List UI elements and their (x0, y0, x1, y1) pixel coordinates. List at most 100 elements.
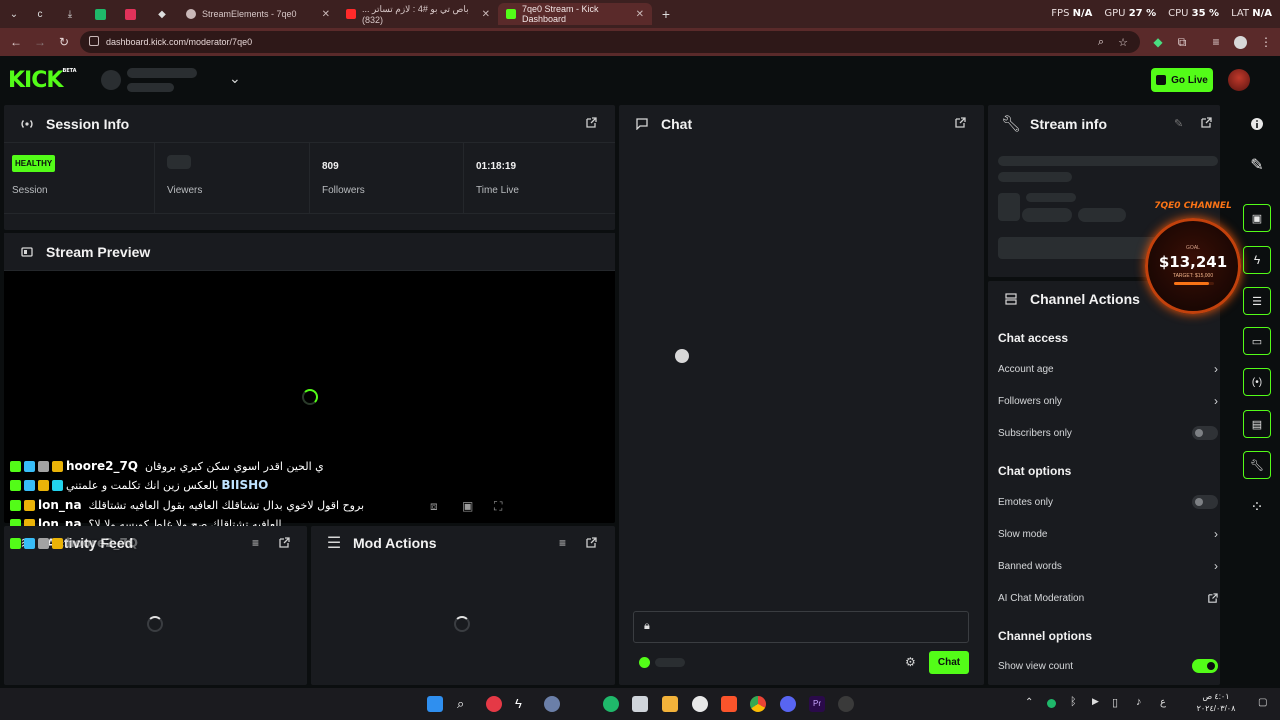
tab-kick-dashboard[interactable]: 7qe0 Stream - Kick Dashboard ✕ (498, 3, 652, 25)
fullscreen-icon[interactable]: ⛶ (494, 499, 508, 513)
popout-icon[interactable] (278, 537, 292, 551)
user-avatar[interactable] (1228, 69, 1250, 91)
subscribers-only-toggle[interactable] (1192, 426, 1218, 440)
pinned-tab-green-icon[interactable] (88, 4, 112, 24)
tray-volume-icon[interactable]: ♪ (1136, 696, 1142, 708)
rail-channel-actions-button[interactable]: ▤ (1243, 410, 1271, 438)
followers-only-row[interactable]: Followers only › (998, 391, 1218, 411)
extension-shield-icon[interactable]: ◆ (1150, 34, 1166, 50)
goal-progress-fill (1174, 282, 1210, 285)
close-tab-icon[interactable]: ✕ (636, 9, 644, 20)
extensions-icon[interactable]: ⧉ (1174, 34, 1190, 50)
ai-chat-moderation-row[interactable]: AI Chat Moderation (998, 588, 1218, 608)
rail-session-button[interactable]: (•) (1243, 368, 1271, 396)
site-info-icon[interactable] (89, 36, 99, 46)
popout-icon[interactable] (954, 117, 968, 131)
tray-battery-icon[interactable]: ▯ (1112, 696, 1118, 709)
close-tab-icon[interactable]: ✕ (322, 9, 330, 20)
rail-chat-button[interactable]: ▭ (1243, 327, 1271, 355)
app-green-icon[interactable] (603, 696, 619, 712)
search-icon[interactable]: ⌕ (457, 696, 473, 712)
new-tab-button[interactable]: + (654, 4, 678, 24)
tray-green-icon[interactable] (1047, 699, 1056, 708)
kick-points-icon[interactable] (639, 657, 650, 668)
settings-gear-icon[interactable] (544, 696, 560, 712)
pinned-tab-diamond-icon[interactable]: ◆ (150, 4, 174, 24)
banned-words-row[interactable]: Banned words › (998, 556, 1218, 576)
app-notepad-icon[interactable] (632, 696, 648, 712)
file-explorer-icon[interactable] (662, 696, 678, 712)
lightning-icon: ϟ (1253, 253, 1261, 267)
steam-icon[interactable] (692, 696, 708, 712)
address-bar[interactable]: dashboard.kick.com/moderator/7qe0 ⌕ ☆ (80, 31, 1140, 53)
pip-icon[interactable]: ⧈ (430, 499, 444, 513)
filter-icon[interactable]: ≡ (559, 536, 566, 550)
popout-icon[interactable] (585, 117, 599, 131)
notifications-icon[interactable]: ▢ (1258, 697, 1267, 708)
close-tab-icon[interactable]: ✕ (482, 9, 490, 20)
kick-logo[interactable]: KICKBETA (8, 68, 77, 93)
info-icon[interactable] (1247, 114, 1267, 134)
external-link-icon[interactable] (1207, 592, 1218, 604)
obs-icon[interactable] (838, 696, 854, 712)
send-chat-button[interactable]: Chat (929, 651, 969, 674)
chat-input[interactable]: 🔒︎ (633, 611, 969, 643)
chat-settings-gear-icon[interactable]: ⚙ (905, 655, 916, 669)
back-icon[interactable]: ← (8, 34, 24, 50)
tray-chevron-icon[interactable]: ⌃ (1025, 697, 1033, 708)
go-live-button[interactable]: Go Live (1151, 68, 1213, 92)
list-icon: ☰ (326, 535, 342, 552)
zoom-icon[interactable]: ⌕ (1098, 36, 1104, 49)
tab-streamelements[interactable]: StreamElements - 7qe0 ✕ (178, 3, 338, 25)
rail-stream-preview-button[interactable]: ▣ (1243, 204, 1271, 232)
edit-pencil-icon[interactable]: ✎ (1247, 155, 1267, 175)
browser-menu-icon[interactable]: ⋮ (1258, 34, 1274, 50)
discord-icon[interactable] (780, 696, 796, 712)
pinned-tab-red-icon[interactable] (118, 4, 142, 24)
popout-icon[interactable] (1200, 117, 1214, 131)
rail-list-button[interactable]: ☰ (1243, 287, 1271, 315)
premiere-icon[interactable]: Pr (809, 696, 825, 712)
filter-icon[interactable]: ≡ (252, 536, 259, 550)
emotes-only-toggle[interactable] (1192, 495, 1218, 509)
time-live-label: Time Live (476, 185, 519, 196)
taskbar-clock[interactable]: ٤:٠١ ص ٢٠٢٤/٠٣/٠٨ (1186, 691, 1246, 715)
stream-title-placeholder (998, 156, 1218, 166)
rail-lightning-button[interactable]: ϟ (1243, 246, 1271, 274)
popout-icon[interactable] (585, 537, 599, 551)
time-live-stat: 01:18:19 Time Live (464, 143, 615, 213)
brave-icon[interactable] (721, 696, 737, 712)
tab-list-chevron-icon[interactable]: ⌄ (2, 4, 26, 24)
stream-preview-title: Stream Preview (46, 243, 151, 260)
input-language[interactable]: ع (1160, 697, 1166, 708)
pinned-tab-c-icon[interactable]: c (28, 4, 52, 24)
chrome-icon[interactable] (750, 696, 766, 712)
rail-stream-info-button[interactable]: 🔧︎ (1243, 451, 1271, 479)
pinned-tab-download-icon[interactable]: ⤓ (58, 4, 82, 24)
app-red-icon[interactable] (486, 696, 502, 712)
profile-icon[interactable] (1232, 34, 1248, 50)
tray-bluetooth-icon[interactable]: ᛒ (1070, 696, 1077, 708)
tray-play-icon[interactable]: ▶ (1092, 696, 1099, 707)
show-view-count-toggle[interactable] (1192, 659, 1218, 673)
channel-switcher-chevron-icon[interactable]: ⌄ (229, 70, 241, 87)
gift-badge-icon (38, 537, 49, 549)
preview-icon (20, 245, 34, 259)
followers-value: 809 (322, 161, 339, 172)
bookmark-star-icon[interactable]: ☆ (1118, 36, 1128, 49)
reload-icon[interactable]: ↻ (56, 34, 72, 50)
start-menu-icon[interactable] (427, 696, 443, 712)
account-age-row[interactable]: Account age › (998, 359, 1218, 379)
theater-mode-icon[interactable]: ▣ (462, 499, 476, 513)
edit-pencil-icon[interactable]: ✎ (1174, 117, 1183, 130)
show-view-count-row: Show view count (998, 656, 1218, 676)
app-bolt-icon[interactable]: ϟ (515, 696, 531, 712)
tab-youtube[interactable]: باص تي بو #4 : لازم تساتر ... (832) ✕ (338, 3, 498, 25)
chevron-right-icon: › (1214, 394, 1218, 408)
slow-mode-row[interactable]: Slow mode › (998, 524, 1218, 544)
mod-actions-loading-spinner (454, 616, 470, 632)
reading-list-icon[interactable]: ≡ (1208, 34, 1224, 50)
add-widget-icon[interactable]: ⁘ (1247, 497, 1267, 517)
category-thumb-placeholder (998, 193, 1020, 221)
forward-icon[interactable]: → (32, 34, 48, 50)
